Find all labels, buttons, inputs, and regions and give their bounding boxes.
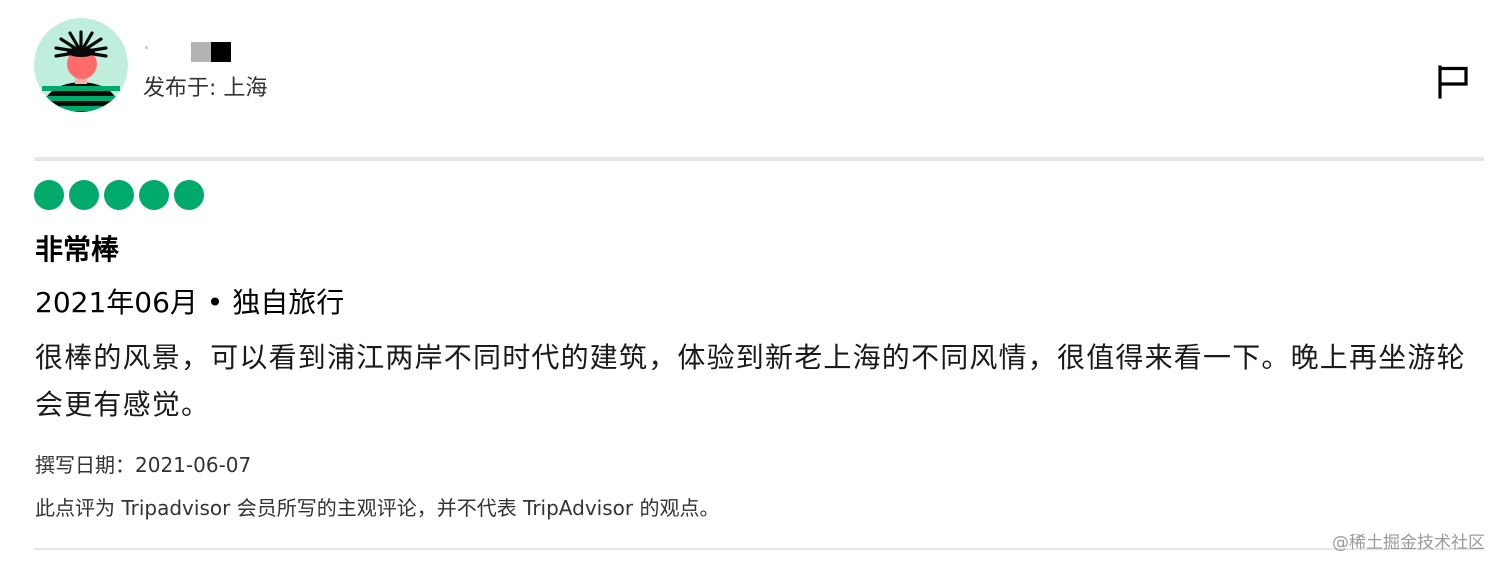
report-flag-button[interactable]	[1436, 64, 1470, 100]
written-date: 撰写日期：2021-06-07	[35, 453, 252, 477]
rating-bubbles	[34, 180, 204, 210]
trip-info: 2021年06月 • 独自旅行	[35, 286, 345, 319]
flag-icon	[1438, 65, 1468, 99]
divider	[34, 157, 1484, 161]
rating-bubble	[104, 180, 134, 210]
disclaimer: 此点评为 Tripadvisor 会员所写的主观评论，并不代表 TripAdvi…	[35, 496, 720, 520]
rating-bubble	[69, 180, 99, 210]
divider	[34, 548, 1484, 550]
watermark: @稀土掘金技术社区	[1332, 533, 1485, 553]
illustrated-person-avatar-icon	[34, 18, 128, 112]
rating-bubble	[139, 180, 169, 210]
review-title[interactable]: 非常棒	[35, 228, 119, 268]
rating-bubble	[34, 180, 64, 210]
review-body: 很棒的风景，可以看到浦江两岸不同时代的建筑，体验到新老上海的不同风情，很值得来看…	[35, 341, 1466, 421]
posted-from-location: 发布于: 上海	[143, 76, 268, 101]
rating-bubble	[174, 180, 204, 210]
avatar[interactable]	[34, 18, 128, 112]
username-redacted	[145, 42, 231, 62]
